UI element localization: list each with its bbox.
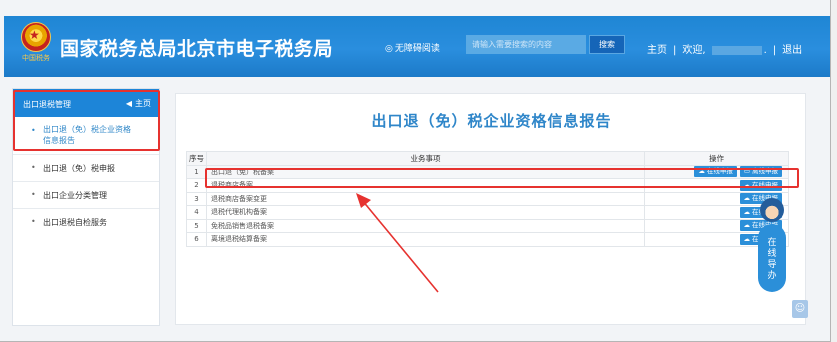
star-icon: ★	[29, 28, 40, 42]
bullet-icon: •	[31, 163, 36, 172]
sidebar-item-self-check[interactable]: • 出口退税自检服务	[13, 209, 159, 236]
column-header: 操作	[644, 151, 789, 166]
cloud-upload-icon: ☁	[743, 234, 751, 243]
search-button[interactable]: 搜索	[589, 35, 625, 54]
table-header-row: 序号 业务事项 操作	[186, 151, 789, 166]
nav-welcome: 欢迎,	[682, 45, 706, 56]
online-guide-text: 在线导办	[767, 238, 777, 281]
nav-home-link[interactable]: 主页	[647, 45, 667, 56]
row-number: 5	[186, 218, 207, 233]
sidebar-item-label: 出口企业分类管理	[43, 191, 107, 200]
cloud-upload-icon: ☁	[743, 221, 751, 230]
row-number: 4	[186, 205, 207, 220]
tax-emblem-logo[interactable]: ★ 中国税务	[18, 22, 54, 66]
cloud-upload-icon: ☁	[743, 194, 751, 203]
cloud-upload-icon: ☁	[743, 207, 751, 216]
scrollbar[interactable]	[831, 0, 837, 342]
emblem-text: 中国税务	[22, 54, 50, 62]
main-panel: 出口退（免）税企业资格信息报告 序号 业务事项 操作 1 出口退（免）税备案 ☁…	[175, 93, 806, 325]
logout-link[interactable]: 退出	[782, 45, 802, 56]
accessibility-label: 无障碍阅读	[394, 44, 440, 54]
sidebar-item-label: 出口退（免）税申报	[43, 164, 115, 173]
bullet-icon: •	[31, 217, 36, 226]
nav-separator: |	[772, 45, 777, 56]
sidebar-item-classification[interactable]: • 出口企业分类管理	[13, 182, 159, 209]
row-number: 2	[186, 178, 207, 193]
highlight-box-row	[205, 168, 799, 188]
table-row: 4 退税代理机构备案 ☁在线申报	[186, 205, 789, 220]
person-icon[interactable]: ☺	[792, 300, 808, 318]
column-header: 业务事项	[206, 151, 645, 166]
online-guide-widget[interactable]: 在线导办	[758, 198, 786, 294]
online-guide-label: 在线导办	[758, 224, 786, 292]
top-nav: 主页 | 欢迎,. | 退出	[647, 41, 802, 56]
sidebar-item-refund-declaration[interactable]: • 出口退（免）税申报	[13, 155, 159, 182]
row-number: 1	[186, 164, 207, 179]
bullet-icon: •	[31, 190, 36, 199]
row-number: 3	[186, 191, 207, 206]
accessibility-link[interactable]: ◎ 无障碍阅读	[385, 41, 440, 54]
assistant-avatar-icon	[760, 198, 784, 222]
table-row: 5 免税品销售退税备案 ☁在线申报	[186, 218, 789, 233]
sidebar-item-label: 出口退税自检服务	[43, 218, 107, 227]
page-title: 出口退（免）税企业资格信息报告	[371, 112, 612, 130]
nav-separator: |	[673, 45, 677, 56]
arrow-head	[356, 193, 371, 208]
table-row: 6 离境退税结算备案 ☁在线申报	[186, 232, 789, 247]
site-header: ★ 中国税务 国家税务总局北京市电子税务局 ◎无障碍阅读 搜索 主页 | 欢迎,. |…	[4, 16, 830, 77]
arrow-shaft	[361, 199, 439, 293]
table-row: 3 退税商店备案变更 ☁ 在线申报	[186, 191, 789, 206]
annotation-arrow	[356, 193, 439, 293]
search-input[interactable]	[466, 35, 586, 54]
column-header: 序号	[186, 151, 207, 166]
masked-username	[711, 45, 762, 55]
row-number: 6	[186, 232, 207, 247]
business-table: 序号 业务事项 操作 1 出口退（免）税备案 ☁ 在线申报 ▭ 离线申报 2 退税商店…	[186, 151, 789, 247]
nav-dot: .	[763, 45, 767, 56]
highlight-box-sidebar	[13, 90, 160, 151]
page-frame: ★ 中国税务 国家税务总局北京市电子税务局 ◎无障碍阅读 搜索 主页 | 欢迎,. |…	[0, 0, 831, 342]
eye-icon: ◎	[385, 44, 393, 54]
site-title: 国家税务总局北京市电子税务局	[60, 38, 334, 60]
